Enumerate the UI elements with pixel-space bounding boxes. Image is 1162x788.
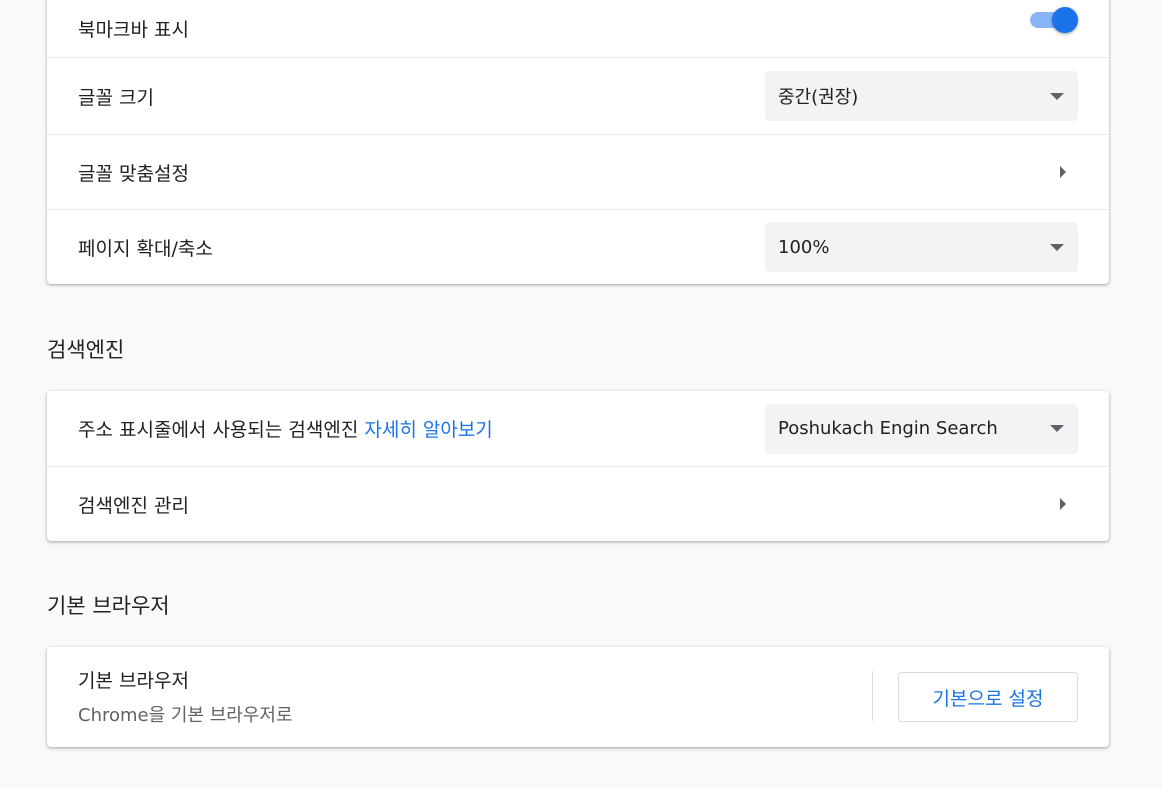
default-browser-card: 기본 브라우저 Chrome을 기본 브라우저로 기본으로 설정	[47, 647, 1109, 747]
customize-fonts-row[interactable]: 글꼴 맞춤설정	[47, 134, 1109, 209]
search-engine-card: 주소 표시줄에서 사용되는 검색엔진 자세히 알아보기 Poshukach En…	[47, 391, 1109, 541]
bookmark-bar-toggle[interactable]	[1028, 4, 1078, 34]
chevron-down-icon	[1050, 92, 1064, 100]
font-size-value: 중간(권장)	[778, 87, 859, 108]
font-size-select[interactable]: 중간(권장)	[765, 71, 1078, 121]
chevron-right-icon[interactable]	[1060, 498, 1066, 510]
settings-page: 북마크바 표시 글꼴 크기 중간(권장) 글꼴 맞춤설정 페이지 확대/축소 1…	[0, 0, 1162, 788]
font-size-row: 글꼴 크기 중간(권장)	[47, 57, 1109, 134]
page-zoom-row: 페이지 확대/축소 100%	[47, 209, 1109, 284]
chevron-down-icon	[1050, 425, 1064, 432]
manage-search-engines-row[interactable]: 검색엔진 관리	[47, 466, 1109, 541]
make-default-button[interactable]: 기본으로 설정	[898, 672, 1078, 722]
customize-fonts-label: 글꼴 맞춤설정	[78, 162, 189, 185]
search-engine-value: Poshukach Engin Search	[778, 418, 998, 439]
divider	[872, 671, 873, 721]
default-browser-section-title: 기본 브라우저	[47, 594, 170, 618]
page-zoom-value: 100%	[778, 236, 830, 258]
manage-search-engines-label: 검색엔진 관리	[78, 494, 189, 517]
bookmark-bar-label: 북마크바 표시	[78, 19, 189, 41]
search-engine-select[interactable]: Poshukach Engin Search	[765, 403, 1078, 454]
default-browser-row: 기본 브라우저 Chrome을 기본 브라우저로 기본으로 설정	[47, 647, 1109, 747]
search-engine-section-title: 검색엔진	[47, 338, 125, 362]
address-bar-engine-row: 주소 표시줄에서 사용되는 검색엔진 자세히 알아보기 Poshukach En…	[47, 391, 1109, 466]
learn-more-link[interactable]: 자세히 알아보기	[364, 419, 492, 441]
appearance-card: 북마크바 표시 글꼴 크기 중간(권장) 글꼴 맞춤설정 페이지 확대/축소 1…	[47, 0, 1109, 284]
toggle-knob	[1052, 7, 1078, 33]
page-zoom-select[interactable]: 100%	[765, 222, 1078, 272]
bookmark-bar-row[interactable]: 북마크바 표시	[47, 0, 1109, 57]
address-bar-engine-text: 주소 표시줄에서 사용되는 검색엔진	[78, 419, 359, 441]
chevron-down-icon	[1050, 243, 1064, 251]
chevron-right-icon[interactable]	[1060, 166, 1066, 178]
